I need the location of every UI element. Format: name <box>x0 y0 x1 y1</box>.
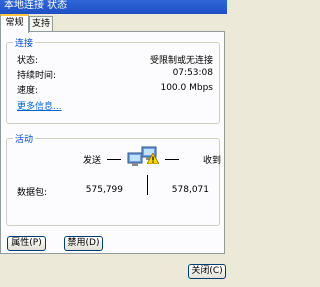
sent-label: 发送 <box>83 156 102 166</box>
sent-line <box>107 159 121 160</box>
packets-received-value: 578,071 <box>171 185 209 195</box>
activity-divider <box>147 175 148 195</box>
status-value: 受限制或无连接 <box>149 56 213 66</box>
activity-group-label: 活动 <box>13 132 36 145</box>
more-info-link[interactable]: 更多信息... <box>17 99 62 112</box>
connection-group: 连接 状态: 受限制或无连接 持续时间: 07:53:08 速度: 100.0 … <box>6 36 220 124</box>
duration-label: 持续时间: <box>17 71 57 81</box>
tab-panel-general: 连接 状态: 受限制或无连接 持续时间: 07:53:08 速度: 100.0 … <box>0 31 225 254</box>
status-label: 状态: <box>17 56 39 66</box>
title-bar: 本地连接 状态 <box>0 0 227 14</box>
properties-button[interactable]: 属性(P) <box>7 236 46 251</box>
received-line <box>165 159 179 160</box>
connection-group-label: 连接 <box>13 36 36 49</box>
window-title: 本地连接 状态 <box>4 0 68 11</box>
close-button[interactable]: 关闭(C) <box>188 264 226 279</box>
packets-label: 数据包: <box>17 188 48 198</box>
tab-strip: 常规 支持 <box>0 14 227 33</box>
warning-icon <box>146 152 160 165</box>
speed-label: 速度: <box>17 86 39 96</box>
disable-button[interactable]: 禁用(D) <box>64 236 103 251</box>
duration-value: 07:53:08 <box>172 68 213 78</box>
activity-group: 活动 发送 收到 数据包: 575,799 578,071 <box>6 132 222 226</box>
tab-general[interactable]: 常规 <box>0 14 29 33</box>
received-label: 收到 <box>203 156 222 166</box>
speed-value: 100.0 Mbps <box>160 83 213 93</box>
tab-support[interactable]: 支持 <box>29 16 53 31</box>
packets-sent-value: 575,799 <box>85 185 123 195</box>
